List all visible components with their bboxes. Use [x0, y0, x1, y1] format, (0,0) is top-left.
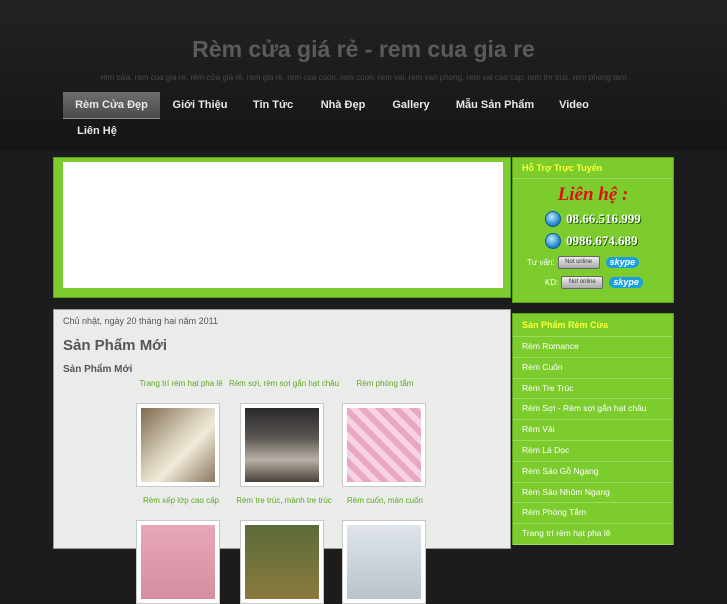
nav-item-mau-san-pham[interactable]: Mẫu Sản Phẩm [448, 92, 542, 118]
category-item[interactable]: Rèm Vải [513, 420, 673, 441]
product-image [245, 525, 319, 599]
banner-area [63, 162, 503, 288]
product-link[interactable]: Rèm phòng tắm [342, 379, 428, 388]
chat-label: KD: [545, 277, 559, 287]
nav-item-video[interactable]: Video [552, 92, 596, 118]
product-thumbnail[interactable] [240, 520, 324, 604]
product-link[interactable]: Rèm xếp lớp cao cấp [136, 496, 226, 505]
product-thumbnail[interactable] [136, 520, 220, 604]
chat-status-button[interactable]: Not online [561, 275, 604, 289]
category-item[interactable]: Rèm Sáo Gỗ Ngang [513, 462, 673, 483]
phone-number: 0986.674.689 [566, 233, 638, 248]
chat-label: Tư vấn: [527, 257, 555, 267]
product-image [245, 408, 319, 482]
chat-row-kd: KD: Not online skype [545, 275, 643, 289]
support-heading: Hỗ Trợ Trực Tuyến [513, 158, 673, 179]
banner-frame [53, 157, 511, 298]
site-tagline: rèm cửa, rem cua gia re, rèm cửa giá rẻ,… [100, 73, 627, 82]
product-image [141, 525, 215, 599]
product-link[interactable]: Rèm cuốn, màn cuốn [342, 496, 428, 505]
category-item[interactable]: Rèm Cuốn [513, 358, 673, 379]
nav-item-nha-dep[interactable]: Nhà Đẹp [312, 92, 374, 118]
product-thumbnail[interactable] [240, 403, 324, 487]
category-item[interactable]: Rèm Romance [513, 337, 673, 358]
nav-item-rem-cua-dep[interactable]: Rèm Cửa Đẹp [63, 92, 160, 119]
phone-icon [545, 233, 561, 249]
product-image [347, 525, 421, 599]
main-content: Chủ nhật, ngày 20 tháng hai năm 2011 Sản… [53, 309, 511, 604]
product-image [141, 408, 215, 482]
category-item[interactable]: Rèm Lá Dọc [513, 441, 673, 462]
site-header: Rèm cửa giá rẻ - rem cua gia re rèm cửa,… [0, 0, 727, 150]
section-subtitle: Sản Phẩm Mới [63, 364, 133, 375]
skype-icon[interactable]: skype [609, 276, 643, 288]
product-thumbnail[interactable] [342, 520, 426, 604]
product-image [347, 408, 421, 482]
product-link[interactable]: Trang trí rèm hạt pha lê [136, 379, 226, 388]
phone-icon [545, 211, 561, 227]
phone-row: 08.66.516.999 [545, 210, 641, 228]
category-heading: Sản Phẩm Rèm Cửa [513, 314, 673, 337]
phone-row: 0986.674.689 [545, 232, 638, 250]
nav-item-lien-he[interactable]: Liên Hệ [70, 118, 124, 144]
product-link[interactable]: Rèm tre trúc, mành tre trúc [226, 496, 342, 505]
site-title[interactable]: Rèm cửa giá rẻ - rem cua gia re [0, 36, 727, 63]
contact-title: Liên hệ : [557, 184, 629, 205]
category-item[interactable]: Rèm Tre Trúc [513, 379, 673, 400]
category-item[interactable]: Rèm Sợi - Rèm sợi gắn hạt châu [513, 399, 673, 421]
product-thumbnail[interactable] [342, 403, 426, 487]
category-item[interactable]: Trang trí rèm hạt pha lê [513, 524, 673, 545]
support-box: Hỗ Trợ Trực Tuyến Liên hệ : 08.66.516.99… [512, 157, 674, 303]
nav-item-gioi-thieu[interactable]: Giới Thiệu [165, 92, 235, 118]
chat-row-tu-van: Tư vấn: Not online skype [527, 255, 640, 269]
product-thumbnail[interactable] [136, 403, 220, 487]
phone-number: 08.66.516.999 [566, 211, 641, 226]
category-box: Sản Phẩm Rèm Cửa Rèm Romance Rèm Cuốn Rè… [512, 313, 674, 545]
nav-item-tin-tuc[interactable]: Tin Tức [244, 92, 302, 118]
chat-status-button[interactable]: Not online [557, 255, 600, 269]
nav-item-gallery[interactable]: Gallery [384, 92, 438, 118]
product-link[interactable]: Rèm sợi, rèm sợi gắn hạt châu [226, 379, 342, 388]
category-item[interactable]: Rèm Phòng Tắm [513, 503, 673, 525]
skype-icon[interactable]: skype [605, 256, 640, 268]
category-item[interactable]: Rèm Sáo Nhôm Ngang [513, 483, 673, 504]
date-line: Chủ nhật, ngày 20 tháng hai năm 2011 [63, 316, 218, 326]
page-title: Sản Phẩm Mới [63, 337, 168, 354]
